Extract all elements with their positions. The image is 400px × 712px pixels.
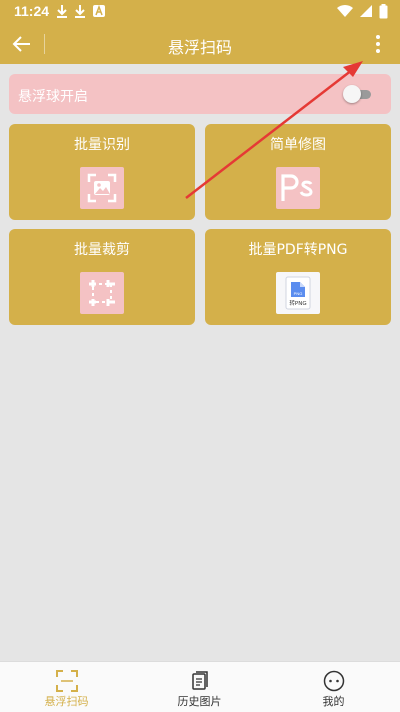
status-time: 11:24 [14, 3, 50, 19]
system-icons [337, 4, 388, 19]
app-bar: 悬浮扫码 [0, 24, 400, 64]
crop-icon [80, 272, 124, 314]
page-title: 悬浮扫码 [167, 38, 232, 57]
status-bar: 11:24 [0, 0, 400, 24]
image-scan-icon [80, 167, 124, 209]
more-vert-icon[interactable] [366, 32, 390, 56]
scan-icon [56, 670, 78, 692]
nav-label-floating-scan: 悬浮扫码 [44, 695, 89, 708]
nav-label-history-images: 历史图片 [177, 695, 222, 708]
nav-label-profile: 我的 [322, 695, 345, 708]
simple-photo-edit-label: 简单修图 [270, 137, 326, 153]
batch-crop-label: 批量裁剪 [74, 242, 130, 258]
batch-pdf-to-png-card[interactable]: 批量PDF转PNG PNG 转PNG [205, 229, 391, 325]
nav-item-profile[interactable]: 我的 [267, 662, 400, 712]
simple-photo-edit-card[interactable]: 简单修图 [205, 124, 391, 220]
download-icon [57, 5, 67, 18]
pdf-to-png-icon: PNG 转PNG [276, 272, 320, 314]
batch-recognize-card[interactable]: 批量识别 [9, 124, 195, 220]
batch-crop-card[interactable]: 批量裁剪 [9, 229, 195, 325]
wifi-icon [337, 4, 353, 18]
nav-item-history-images[interactable]: 历史图片 [133, 662, 266, 712]
pdf-to-png-icon-text: 转PNG [289, 299, 306, 307]
download-icon [75, 5, 85, 18]
bottom-nav: 悬浮扫码 历史图片 我的 [0, 661, 400, 712]
floating-ball-toggle-row: 悬浮球开启 [9, 74, 391, 114]
signal-icon [360, 5, 372, 17]
ps-icon [276, 167, 320, 209]
battery-icon [379, 4, 388, 19]
notification-icons [56, 4, 106, 18]
history-images-icon [192, 671, 208, 690]
batch-recognize-label: 批量识别 [74, 137, 130, 153]
nav-item-floating-scan[interactable]: 悬浮扫码 [0, 662, 133, 712]
png-badge-text: PNG [294, 291, 303, 296]
profile-icon [323, 670, 345, 692]
floating-ball-label: 悬浮球开启 [18, 89, 88, 105]
app-notification-icon [93, 4, 105, 17]
batch-pdf-to-png-label: 批量PDF转PNG [248, 242, 348, 258]
switch-thumb [343, 85, 361, 103]
floating-ball-switch[interactable] [343, 85, 375, 103]
